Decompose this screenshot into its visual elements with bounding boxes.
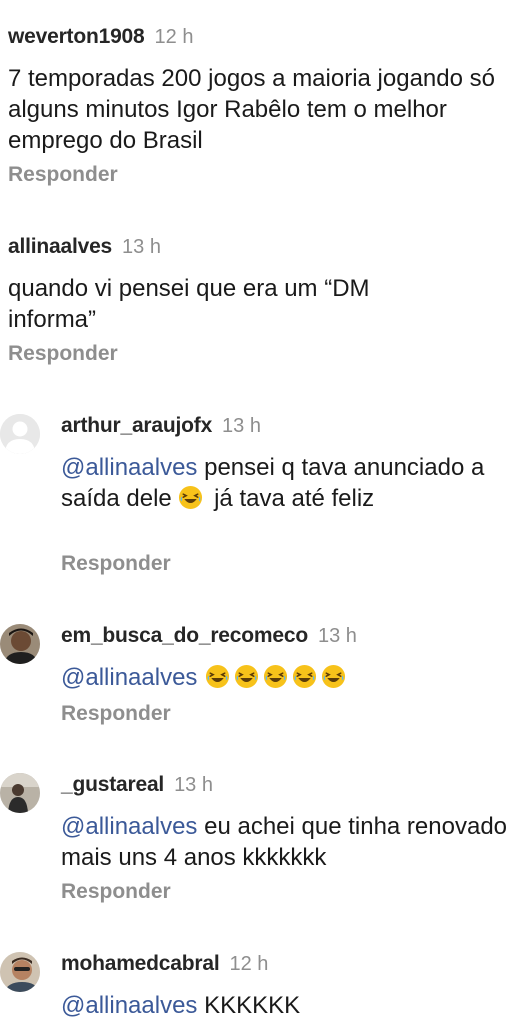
comment-text: @allinaalves eu achei que tinha renovado… <box>61 811 516 873</box>
username[interactable]: allinaalves <box>8 235 112 258</box>
laughing-emoji-icon <box>292 664 317 689</box>
laughing-emoji-icon <box>205 664 230 689</box>
reply-button[interactable]: Responder <box>61 702 171 726</box>
laughing-emoji-icon <box>263 664 288 689</box>
comment-text: 7 temporadas 200 jogos a maioria jogando… <box>8 65 495 154</box>
username[interactable]: _gustareal <box>61 773 164 796</box>
user-photo-avatar-icon <box>0 952 40 992</box>
timestamp: 12 h <box>229 953 269 975</box>
default-avatar-icon <box>0 414 40 454</box>
timestamp: 13 h <box>317 625 357 647</box>
laughing-emoji-icon <box>234 664 259 689</box>
timestamp: 13 h <box>222 415 261 437</box>
laughing-emoji-icon <box>321 664 346 689</box>
reply-button[interactable]: Responder <box>61 552 171 576</box>
mention-link[interactable]: @allinaalves <box>61 664 197 691</box>
username[interactable]: arthur_araujofx <box>61 414 212 437</box>
username[interactable]: mohamedcabral <box>61 952 220 975</box>
reply-button[interactable]: Responder <box>8 342 118 366</box>
reply-button[interactable]: Responder <box>61 880 171 904</box>
timestamp: 13 h <box>174 774 213 796</box>
mention-link[interactable]: @allinaalves <box>61 454 197 481</box>
comment-text: @allinaalves pensei q tava anunciado a s… <box>61 452 516 514</box>
comment-header: em_busca_do_recomeco 13 h <box>61 624 357 648</box>
comment-text: @allinaalves <box>61 662 516 693</box>
comment-text-part: já tava até feliz <box>207 485 375 512</box>
avatar[interactable] <box>0 952 40 992</box>
comment-text: quando vi pensei que era um “DM informa” <box>8 275 370 333</box>
avatar[interactable] <box>0 773 40 813</box>
user-photo-avatar-icon <box>0 773 40 813</box>
avatar[interactable] <box>0 624 40 664</box>
comment-header: arthur_araujofx 13 h <box>61 414 261 438</box>
username[interactable]: em_busca_do_recomeco <box>61 624 308 647</box>
mention-link[interactable]: @allinaalves <box>61 992 197 1019</box>
comment-text-part: KKKKKK <box>197 992 301 1019</box>
comment-text: @allinaalves KKKKKK <box>61 990 516 1021</box>
mention-link[interactable]: @allinaalves <box>61 813 197 840</box>
laughing-emoji-icon <box>178 485 203 510</box>
timestamp: 12 h <box>154 26 194 48</box>
comment-header: allinaalves 13 h <box>8 235 161 259</box>
timestamp: 13 h <box>122 236 161 258</box>
username[interactable]: weverton1908 <box>8 25 145 48</box>
comment-header: weverton1908 12 h <box>8 25 193 49</box>
reply-button[interactable]: Responder <box>8 163 118 187</box>
comment-header: mohamedcabral 12 h <box>61 952 268 976</box>
user-photo-avatar-icon <box>0 624 40 664</box>
avatar[interactable] <box>0 414 40 454</box>
comment-header: _gustareal 13 h <box>61 773 213 797</box>
